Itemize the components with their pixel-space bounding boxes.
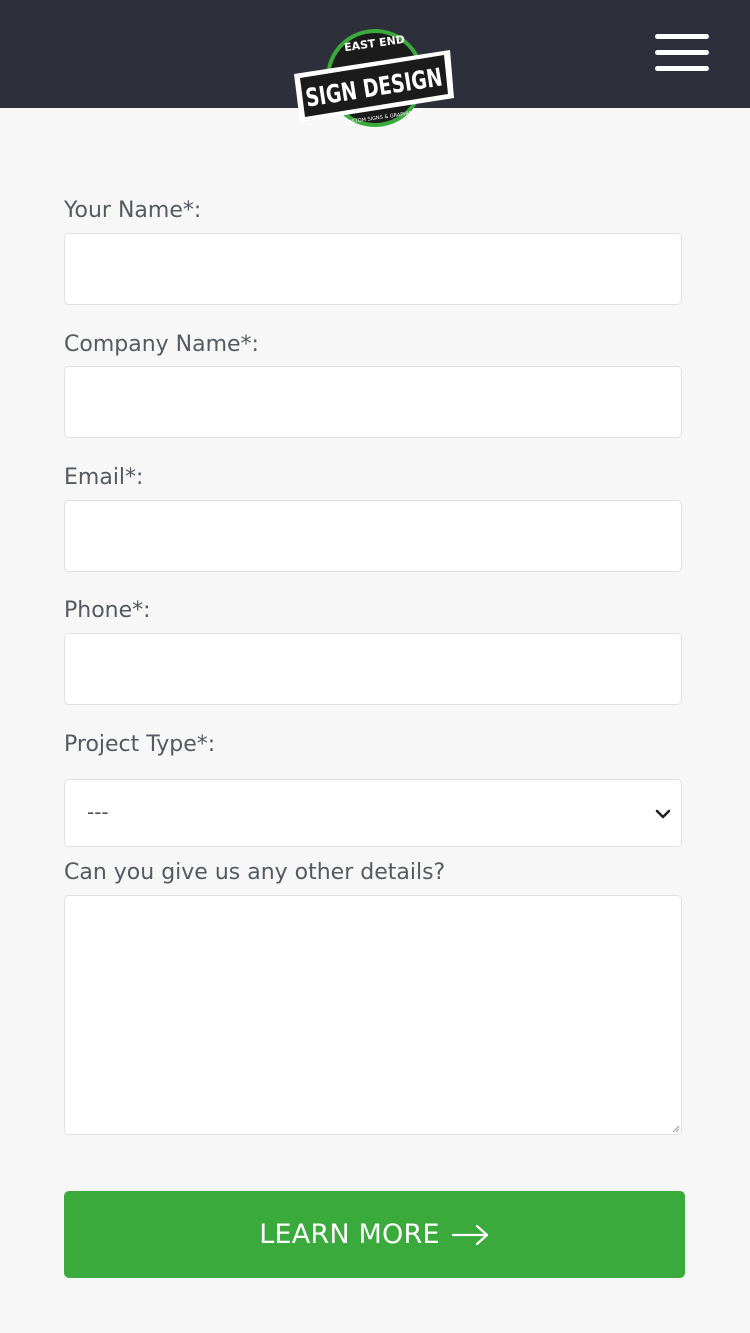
company-input[interactable] — [64, 366, 682, 438]
learn-more-button[interactable]: LEARN MORE — [64, 1191, 685, 1278]
name-input[interactable] — [64, 233, 682, 305]
hamburger-line — [655, 66, 709, 71]
company-label: Company Name*: — [64, 332, 259, 357]
phone-input[interactable] — [64, 633, 682, 705]
details-wrapper — [64, 895, 682, 1135]
hamburger-line — [655, 50, 709, 55]
logo[interactable]: EAST END SIGN DESIGN CUSTOM SIGNS & GRAP… — [290, 22, 460, 140]
project-type-select[interactable]: --- — [64, 779, 682, 847]
chevron-down-icon — [655, 809, 671, 819]
arrow-right-icon — [451, 1224, 488, 1245]
learn-more-label: LEARN MORE — [259, 1219, 440, 1250]
project-type-selected-value: --- — [87, 800, 109, 824]
hamburger-line — [655, 34, 709, 39]
project-type-label: Project Type*: — [64, 732, 216, 757]
phone-label: Phone*: — [64, 598, 151, 623]
resize-grip-icon[interactable] — [672, 1125, 680, 1133]
email-label: Email*: — [64, 465, 144, 490]
details-label: Can you give us any other details? — [64, 860, 446, 885]
details-textarea[interactable] — [64, 895, 682, 1135]
email-input[interactable] — [64, 500, 682, 572]
name-label: Your Name*: — [64, 198, 202, 223]
site-header: EAST END SIGN DESIGN CUSTOM SIGNS & GRAP… — [0, 0, 750, 127]
hamburger-icon[interactable] — [650, 30, 714, 78]
